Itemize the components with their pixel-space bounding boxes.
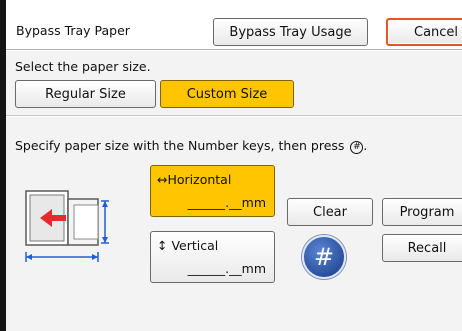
vertical-size-field[interactable]: ↕ Vertical ______.__mm [150,231,275,283]
horizontal-value: ______.__mm [187,195,266,210]
cancel-button[interactable]: Cancel [386,18,462,46]
paper-size-prompt: Select the paper size. [15,59,151,74]
horizontal-label: ↔Horizontal [157,172,232,187]
instruction-text: Specify paper size with the Number keys,… [15,138,367,154]
instruction-main: Specify paper size with the Number keys,… [15,138,345,153]
vertical-value: ______.__mm [187,261,266,276]
bypass-tray-icon [25,190,109,262]
instruction-end: . [363,138,368,153]
recall-button[interactable]: Recall [382,234,462,262]
clear-button[interactable]: Clear [287,198,373,226]
program-button[interactable]: Program [382,198,462,226]
bypass-tray-usage-button[interactable]: Bypass Tray Usage [213,18,368,46]
hash-key-icon: # [350,141,364,154]
horizontal-size-field[interactable]: ↔Horizontal ______.__mm [150,165,275,217]
regular-size-button[interactable]: Regular Size [15,80,156,108]
custom-size-button[interactable]: Custom Size [160,80,294,108]
enter-hash-button[interactable]: # [302,235,346,279]
vertical-label: ↕ Vertical [157,238,219,253]
screen-title: Bypass Tray Paper [16,23,130,38]
